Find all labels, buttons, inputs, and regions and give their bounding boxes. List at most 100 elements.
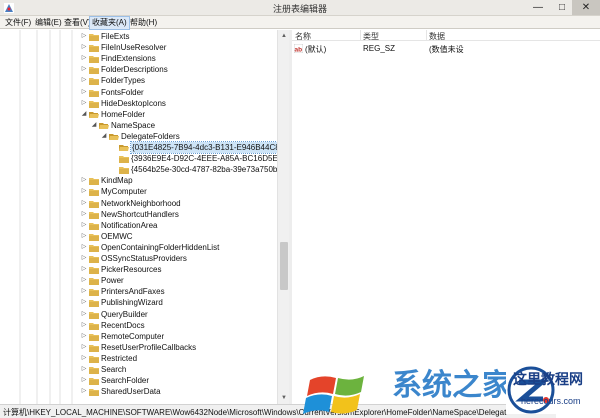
collapsed-arrow-icon[interactable]: ▷ (80, 253, 88, 264)
tree-node-label: OEMWC (101, 231, 133, 241)
tree-node[interactable]: ▷ FileExts (0, 31, 280, 42)
tree-node[interactable]: ▷ OpenContainingFolderHiddenList (0, 242, 280, 253)
collapsed-arrow-icon[interactable]: ▷ (80, 364, 88, 375)
collapsed-arrow-icon[interactable]: ▷ (80, 53, 88, 64)
tree-node-label: NameSpace (111, 120, 156, 130)
column-name-header[interactable]: 名称 (295, 31, 311, 42)
menu-help[interactable]: 帮助(H) (128, 17, 159, 29)
close-button[interactable]: ✕ (572, 0, 600, 15)
value-row[interactable]: ab (默认) REG_SZ (数值未设 (292, 43, 600, 54)
tree-node[interactable]: ▷ Restricted (0, 353, 280, 364)
tree-node[interactable]: ▷ FolderDescriptions (0, 64, 280, 75)
expanded-arrow-icon[interactable]: ◢ (100, 131, 108, 142)
tree-node[interactable]: ▷ MyComputer (0, 186, 280, 197)
tree-node[interactable]: ▷ FontsFolder (0, 87, 280, 98)
tree-node[interactable]: ▷ KindMap (0, 175, 280, 186)
tree-node[interactable]: ▷ Power (0, 275, 280, 286)
tree-node-label: HideDesktopIcons (101, 98, 166, 108)
collapsed-arrow-icon[interactable]: ▷ (80, 342, 88, 353)
title-bar: 注册表编辑器 — □ ✕ (0, 0, 600, 16)
tree-node-label: FileInUseResolver (101, 43, 167, 53)
tree-node[interactable]: ▷ FolderTypes (0, 75, 280, 86)
tree-node-label: OpenContainingFolderHiddenList (101, 242, 220, 252)
folder-icon (89, 388, 99, 397)
collapsed-arrow-icon[interactable]: ▷ (80, 386, 88, 397)
tree-node[interactable]: ▷ NewShortcutHandlers (0, 209, 280, 220)
collapsed-arrow-icon[interactable]: ▷ (80, 198, 88, 209)
windows-flag-icon (303, 376, 364, 414)
folder-icon (89, 366, 99, 374)
menu-file[interactable]: 文件(F) (3, 17, 33, 29)
collapsed-arrow-icon[interactable]: ▷ (80, 231, 88, 242)
collapsed-arrow-icon[interactable]: ▷ (80, 175, 88, 186)
collapsed-arrow-icon[interactable]: ▷ (80, 75, 88, 86)
tree-node[interactable]: ▷ Search (0, 364, 280, 375)
tree-node[interactable]: {4564b25e-30cd-4787-82ba-39e73a750b14} (0, 164, 288, 175)
tree-node[interactable]: ▷ RemoteComputer (0, 331, 280, 342)
watermark-text-1: 系统之家 (392, 368, 512, 403)
expanded-arrow-icon[interactable]: ◢ (80, 109, 88, 120)
collapsed-arrow-icon[interactable]: ▷ (80, 98, 88, 109)
collapsed-arrow-icon[interactable]: ▷ (80, 31, 88, 42)
tree-node[interactable]: ▷ SharedUserData (0, 386, 280, 397)
collapsed-arrow-icon[interactable]: ▷ (80, 87, 88, 98)
tree-node[interactable]: ▷ NetworkNeighborhood (0, 198, 280, 209)
column-type-header[interactable]: 类型 (363, 31, 379, 42)
registry-tree[interactable]: ▷ FileExts ▷ FileInUseResolver ▷ FindExtensio… (0, 30, 289, 404)
menu-edit[interactable]: 编辑(E) (33, 17, 64, 29)
tree-node[interactable]: ▷ NotificationArea (0, 220, 280, 231)
folder-icon (89, 344, 99, 352)
collapsed-arrow-icon[interactable]: ▷ (80, 264, 88, 275)
menu-favorites[interactable]: 收藏夹(A) (89, 16, 130, 30)
column-data-header[interactable]: 数据 (429, 31, 445, 42)
tree-node[interactable]: ▷ PublishingWizard (0, 297, 280, 308)
tree-node[interactable]: ◢ DelegateFolders (0, 131, 280, 142)
collapsed-arrow-icon[interactable]: ▷ (80, 353, 88, 364)
collapsed-arrow-icon[interactable]: ▷ (80, 309, 88, 320)
tree-node-label: MyComputer (101, 187, 147, 197)
tree-node-label: FontsFolder (101, 87, 144, 97)
tree-node[interactable]: ▷ PickerResources (0, 264, 280, 275)
collapsed-arrow-icon[interactable]: ▷ (80, 297, 88, 308)
tree-node-label: NetworkNeighborhood (101, 198, 181, 208)
expanded-arrow-icon[interactable]: ◢ (90, 120, 98, 131)
tree-node[interactable]: {031E4825-7B94-4dc3-B131-E946B44C8DD5} (0, 141, 288, 154)
folder-icon (109, 133, 119, 141)
folder-icon (89, 355, 99, 363)
tree-scrollbar[interactable]: ▲ ▼ (277, 30, 289, 404)
collapsed-arrow-icon[interactable]: ▷ (80, 209, 88, 220)
column-separator[interactable] (360, 30, 361, 41)
collapsed-arrow-icon[interactable]: ▷ (80, 220, 88, 231)
tree-node[interactable]: ▷ FindExtensions (0, 53, 280, 64)
tree-node[interactable]: ▷ SearchFolder (0, 375, 280, 386)
values-list[interactable]: 名称 类型 数据 ab (默认) REG_SZ (数值未设 (292, 30, 600, 404)
collapsed-arrow-icon[interactable]: ▷ (80, 186, 88, 197)
tree-node[interactable]: {3936E9E4-D92C-4EEE-A85A-BC16D5EA0819} (0, 153, 288, 164)
tree-node[interactable]: ▷ RecentDocs (0, 320, 280, 331)
folder-icon (89, 233, 99, 241)
folder-icon (89, 77, 99, 86)
folder-icon (89, 188, 99, 197)
tree-node[interactable]: ▷ OSSyncStatusProviders (0, 253, 280, 264)
tree-node[interactable]: ▷ PrintersAndFaxes (0, 286, 280, 297)
tree-node[interactable]: ▷ OEMWC (0, 231, 280, 242)
column-separator[interactable] (426, 30, 427, 41)
tree-node-label: RecentDocs (101, 320, 145, 330)
collapsed-arrow-icon[interactable]: ▷ (80, 375, 88, 386)
collapsed-arrow-icon[interactable]: ▷ (80, 242, 88, 253)
folder-icon (89, 89, 99, 97)
tree-node[interactable]: ▷ QueryBuilder (0, 309, 280, 320)
collapsed-arrow-icon[interactable]: ▷ (80, 275, 88, 286)
collapsed-arrow-icon[interactable]: ▷ (80, 320, 88, 331)
collapsed-arrow-icon[interactable]: ▷ (80, 64, 88, 75)
tree-node[interactable]: ◢ NameSpace (0, 120, 280, 131)
tree-node-label: {031E4825-7B94-4dc3-B131-E946B44C8DD5} (129, 141, 288, 154)
tree-node[interactable]: ▷ ResetUserProfileCallbacks (0, 342, 280, 353)
tree-node[interactable]: ◢ HomeFolder (0, 109, 280, 120)
tree-node[interactable]: ▷ HideDesktopIcons (0, 98, 280, 109)
scroll-thumb[interactable] (280, 242, 288, 290)
collapsed-arrow-icon[interactable]: ▷ (80, 286, 88, 297)
collapsed-arrow-icon[interactable]: ▷ (80, 331, 88, 342)
tree-node[interactable]: ▷ FileInUseResolver (0, 42, 280, 53)
collapsed-arrow-icon[interactable]: ▷ (80, 42, 88, 53)
